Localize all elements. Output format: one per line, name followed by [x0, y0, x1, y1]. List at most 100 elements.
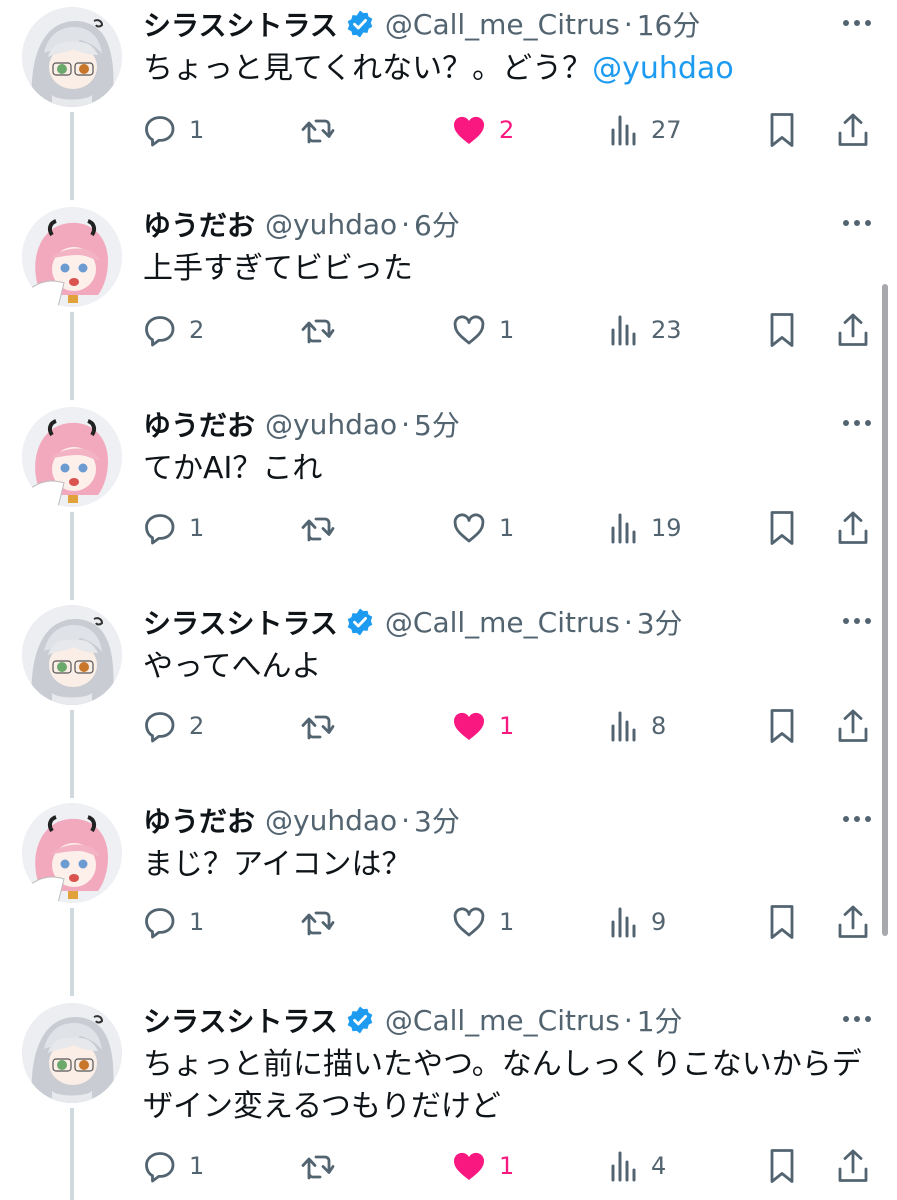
- reply-button[interactable]: 1: [143, 508, 204, 548]
- scrollbar[interactable]: [882, 284, 888, 936]
- timestamp[interactable]: 1分: [637, 1000, 683, 1040]
- heart-icon: [451, 313, 487, 347]
- share-button[interactable]: [836, 1146, 870, 1186]
- like-button[interactable]: 1: [451, 706, 514, 746]
- retweet-button[interactable]: [300, 902, 336, 942]
- avatar[interactable]: [22, 1003, 122, 1103]
- retweet-button[interactable]: [300, 310, 336, 350]
- like-button[interactable]: 1: [451, 902, 514, 942]
- author-name[interactable]: シラスシトラス: [143, 1000, 338, 1040]
- author-name[interactable]: ゆうだお: [143, 800, 255, 840]
- bookmark-button[interactable]: [767, 902, 797, 942]
- reply-count: 1: [189, 514, 205, 542]
- bookmark-icon: [767, 311, 797, 349]
- reply-button[interactable]: 1: [143, 902, 204, 942]
- bookmark-icon: [767, 1147, 797, 1185]
- retweet-icon: [300, 313, 336, 347]
- author-name[interactable]: ゆうだお: [143, 404, 255, 444]
- retweet-button[interactable]: [300, 508, 336, 548]
- retweet-icon: [300, 511, 336, 545]
- views-icon: [609, 905, 639, 939]
- like-count: 1: [499, 514, 515, 542]
- views-button[interactable]: 9: [609, 902, 666, 942]
- bookmark-button[interactable]: [767, 706, 797, 746]
- view-count: 23: [651, 316, 682, 344]
- view-count: 8: [651, 712, 667, 740]
- author-handle[interactable]: @Call_me_Citrus: [385, 8, 620, 41]
- like-button[interactable]: 1: [451, 310, 514, 350]
- view-count: 27: [651, 116, 682, 144]
- share-button[interactable]: [836, 508, 870, 548]
- views-button[interactable]: 23: [609, 310, 682, 350]
- share-icon: [836, 903, 870, 941]
- author-handle[interactable]: @yuhdao: [265, 804, 397, 837]
- like-button[interactable]: 1: [451, 1146, 514, 1186]
- tweet-text: やってへんよ: [143, 646, 873, 688]
- author-handle[interactable]: @Call_me_Citrus: [385, 1004, 620, 1037]
- timestamp[interactable]: 6分: [414, 204, 460, 244]
- author-name[interactable]: シラスシトラス: [143, 4, 338, 44]
- reply-button[interactable]: 2: [143, 706, 204, 746]
- avatar[interactable]: [22, 207, 122, 307]
- bookmark-button[interactable]: [767, 110, 797, 150]
- views-button[interactable]: 19: [609, 508, 682, 548]
- heart-icon: [451, 1149, 487, 1183]
- retweet-button[interactable]: [300, 110, 336, 150]
- like-button[interactable]: 2: [451, 110, 514, 150]
- reply-button[interactable]: 1: [143, 110, 204, 150]
- views-button[interactable]: 4: [609, 1146, 666, 1186]
- separator-dot: ·: [401, 803, 411, 837]
- tweet-text-body: やってへんよ: [143, 649, 322, 684]
- mention-link[interactable]: @yuhdao: [592, 51, 734, 86]
- bookmark-button[interactable]: [767, 508, 797, 548]
- tweet-header: ゆうだお @yuhdao · 3分: [143, 800, 460, 840]
- author-name[interactable]: シラスシトラス: [143, 602, 338, 642]
- more-icon[interactable]: [836, 804, 878, 834]
- more-icon[interactable]: [836, 1004, 878, 1034]
- views-button[interactable]: 8: [609, 706, 666, 746]
- reply-button[interactable]: 2: [143, 310, 204, 350]
- share-button[interactable]: [836, 902, 870, 942]
- like-count: 1: [499, 316, 515, 344]
- view-count: 4: [651, 1152, 667, 1180]
- separator-dot: ·: [623, 7, 633, 41]
- avatar[interactable]: [22, 605, 122, 705]
- separator-dot: ·: [401, 207, 411, 241]
- reply-icon: [143, 511, 177, 545]
- author-handle[interactable]: @yuhdao: [265, 408, 397, 441]
- retweet-button[interactable]: [300, 706, 336, 746]
- author-handle[interactable]: @yuhdao: [265, 208, 397, 241]
- share-button[interactable]: [836, 310, 870, 350]
- bookmark-button[interactable]: [767, 310, 797, 350]
- avatar[interactable]: [22, 407, 122, 507]
- like-count: 1: [499, 1152, 515, 1180]
- reply-button[interactable]: 1: [143, 1146, 204, 1186]
- bookmark-icon: [767, 509, 797, 547]
- more-icon[interactable]: [836, 606, 878, 636]
- timestamp[interactable]: 3分: [637, 602, 683, 642]
- tweet-actions: 2 1 23: [0, 310, 897, 350]
- tweet-header: ゆうだお @yuhdao · 6分: [143, 204, 460, 244]
- author-name[interactable]: ゆうだお: [143, 204, 255, 244]
- more-icon[interactable]: [836, 208, 878, 238]
- retweet-button[interactable]: [300, 1146, 336, 1186]
- share-button[interactable]: [836, 706, 870, 746]
- views-button[interactable]: 27: [609, 110, 682, 150]
- share-button[interactable]: [836, 110, 870, 150]
- timestamp[interactable]: 5分: [414, 404, 460, 444]
- timestamp[interactable]: 3分: [414, 800, 460, 840]
- avatar[interactable]: [22, 803, 122, 903]
- reply-icon: [143, 709, 177, 743]
- timestamp[interactable]: 16分: [637, 4, 701, 44]
- share-icon: [836, 311, 870, 349]
- views-icon: [609, 1149, 639, 1183]
- author-handle[interactable]: @Call_me_Citrus: [385, 606, 620, 639]
- like-button[interactable]: 1: [451, 508, 514, 548]
- more-icon[interactable]: [836, 408, 878, 438]
- bookmark-button[interactable]: [767, 1146, 797, 1186]
- tweet-actions: 1 2 27: [0, 110, 897, 150]
- tweet-actions: 1 1 19: [0, 508, 897, 548]
- avatar[interactable]: [22, 7, 122, 107]
- more-icon[interactable]: [836, 8, 878, 38]
- views-icon: [609, 709, 639, 743]
